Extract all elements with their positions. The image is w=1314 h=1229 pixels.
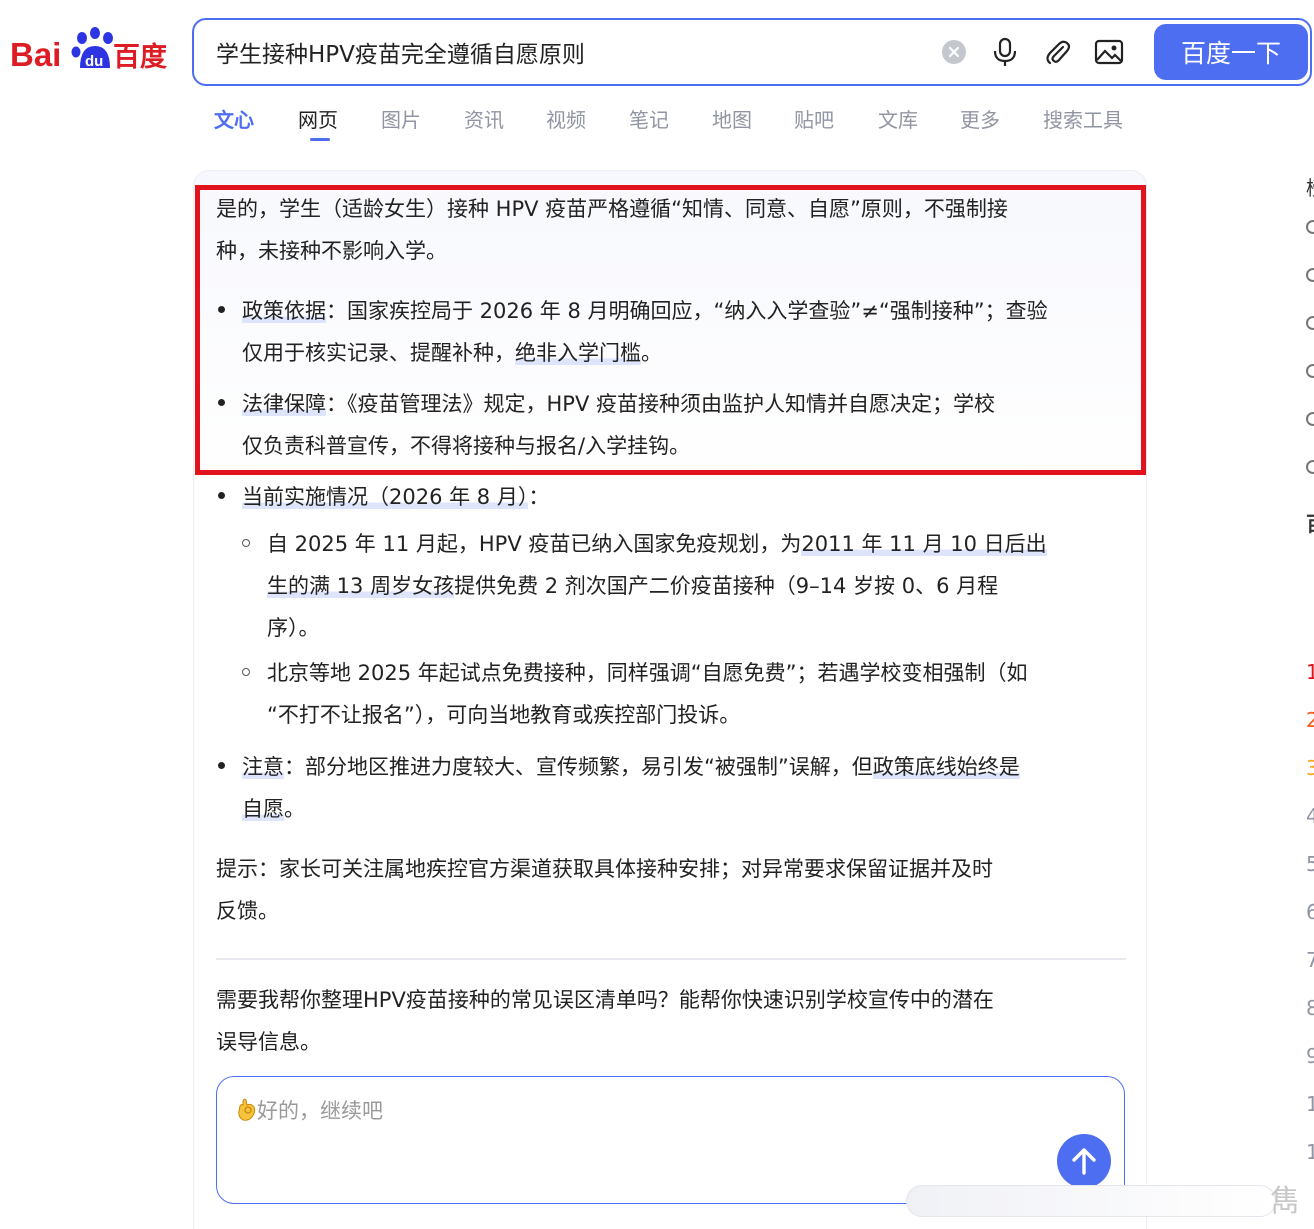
right-column-rank[interactable]: 1 — [1306, 1092, 1314, 1116]
bullet-note-end: 。 — [284, 797, 305, 821]
logo-text-right: 百度 — [113, 41, 167, 73]
search-box[interactable]: 百度一下 — [192, 18, 1312, 86]
bullet-status-colon: ： — [528, 485, 550, 509]
bullet-law-line2: 仅负责科普宣传，不得将接种与报名/入学挂钩。 — [242, 434, 691, 458]
search-input[interactable] — [216, 34, 916, 70]
logo-text-left: Bai — [10, 36, 61, 73]
bullet-note-text: ：部分地区推进力度较大、宣传频繁，易引发“被强制”误解，但 — [284, 755, 873, 779]
image-search-icon[interactable] — [1093, 36, 1125, 68]
bullet-note-line2: 自愿。 — [242, 788, 305, 830]
right-column-rank[interactable]: 8 — [1306, 996, 1314, 1020]
tab-search-tools[interactable]: 搜索工具 — [1043, 104, 1123, 133]
right-column-edge-text: 百 — [1306, 508, 1314, 537]
bullet-status-line: 当前实施情况（2026 年 8 月）： — [242, 476, 549, 518]
search-button[interactable]: 百度一下 — [1154, 24, 1308, 80]
right-column-rank[interactable]: 5 — [1306, 852, 1314, 876]
bullet-policy-label: 政策依据 — [242, 299, 326, 323]
sub-bullet-circle — [242, 539, 250, 547]
bullet-note-label: 注意 — [242, 755, 284, 779]
followup-question-line1: 需要我帮你整理HPV疫苗接种的常见误区清单吗？能帮你快速识别学校宣传中的潜在 — [216, 988, 994, 1012]
bullet-note-highlight: 政策底线始终是 — [872, 755, 1020, 779]
bullet-policy-text2a: 仅用于核实记录、提醒补种， — [242, 341, 515, 365]
sub-free-vaccine-line2: 生的满 13 周岁女孩提供免费 2 剂次国产二价疫苗接种（9–14 岁按 0、6… — [267, 565, 998, 607]
attachment-icon[interactable] — [1041, 36, 1073, 68]
tab-wenku[interactable]: 文库 — [878, 104, 918, 133]
bullet-policy-text2c: 。 — [641, 341, 662, 365]
active-tab-indicator — [310, 138, 330, 141]
right-column-radio[interactable] — [1306, 316, 1314, 330]
baidu-logo[interactable]: Bai du 百度 — [10, 24, 170, 74]
watermark: 雋 — [1270, 1184, 1300, 1219]
sub-bullet-circle — [242, 668, 250, 676]
right-column-radio[interactable] — [1306, 220, 1314, 234]
sub-free-vaccine-line1: 自 2025 年 11 月起，HPV 疫苗已纳入国家免疫规划，为2011 年 1… — [267, 523, 1047, 565]
bullet-law-label: 法律保障 — [242, 392, 326, 416]
microphone-icon[interactable] — [989, 36, 1021, 68]
logo-text-mid: du — [85, 53, 103, 70]
tab-news[interactable]: 资讯 — [464, 104, 504, 133]
right-column-rank[interactable]: 1 — [1306, 1140, 1314, 1164]
right-column-edge-text: 榜 — [1306, 172, 1314, 201]
tip-line1: 提示：家长可关注属地疾控官方渠道获取具体接种安排；对异常要求保留证据并及时 — [216, 857, 993, 881]
right-column-radio[interactable] — [1306, 460, 1314, 474]
right-column-rank[interactable]: 4 — [1306, 804, 1314, 828]
bullet-dot — [218, 762, 225, 769]
followup-question-line2: 误导信息。 — [216, 1030, 321, 1054]
sub-beijing-line1: 北京等地 2025 年起试点免费接种，同样强调“自愿免费”；若遇学校变相强制（如 — [267, 661, 1028, 685]
bullet-policy-text: ：国家疾控局于 2026 年 8 月明确回应，“纳入入学查验”≠“强制接种”；查… — [326, 299, 1048, 323]
tab-notes[interactable]: 笔记 — [629, 104, 669, 133]
tab-video[interactable]: 视频 — [546, 104, 586, 133]
right-column-radio[interactable] — [1306, 268, 1314, 282]
clear-icon[interactable] — [938, 36, 970, 68]
answer-intro-line1: 是的，学生（适龄女生）接种 HPV 疫苗严格遵循“知情、同意、自愿”原则，不强制… — [216, 197, 1008, 221]
arrow-up-icon — [1072, 1148, 1096, 1175]
tip-line2: 反馈。 — [216, 899, 279, 923]
divider — [216, 958, 1126, 960]
right-column-rank[interactable]: 2 — [1306, 708, 1314, 732]
bullet-policy-highlight: 绝非入学门槛 — [515, 341, 641, 365]
bullet-dot — [218, 306, 225, 313]
tab-more[interactable]: 更多 — [960, 104, 1000, 133]
tab-map[interactable]: 地图 — [712, 104, 752, 133]
bullet-dot — [218, 399, 225, 406]
bullet-status-label: 当前实施情况（2026 年 8 月） — [242, 485, 529, 509]
sub-free-vaccine-highlight2: 生的满 13 周岁女孩 — [267, 574, 455, 598]
horizontal-scrollbar[interactable] — [906, 1185, 1276, 1217]
right-column-rank[interactable]: 6 — [1306, 900, 1314, 924]
bullet-law-text: ：《疫苗管理法》规定，HPV 疫苗接种须由监护人知情并自愿决定；学校 — [326, 392, 995, 416]
right-column-rank[interactable]: 1 — [1306, 660, 1314, 684]
answer-intro-line2: 种，未接种不影响入学。 — [216, 239, 447, 263]
bullet-policy-line1: 政策依据：国家疾控局于 2026 年 8 月明确回应，“纳入入学查验”≠“强制接… — [242, 290, 1048, 332]
followup-placeholder[interactable]: 好的，继续吧 — [237, 1091, 383, 1131]
bullet-dot — [218, 492, 225, 499]
send-button[interactable] — [1057, 1134, 1111, 1188]
ok-hand-icon — [238, 1098, 256, 1121]
right-column-rank[interactable]: 7 — [1306, 948, 1314, 972]
followup-placeholder-text: 好的，继续吧 — [257, 1099, 383, 1123]
sub-beijing-line2: “不打不让报名”），可向当地教育或疾控部门投诉。 — [267, 703, 741, 727]
sub-free-vaccine-line3: 序）。 — [267, 616, 320, 640]
bullet-note-line1: 注意：部分地区推进力度较大、宣传频繁，易引发“被强制”误解，但政策底线始终是 — [242, 746, 1020, 788]
right-column-rank[interactable]: 3 — [1306, 756, 1314, 780]
tab-webpage[interactable]: 网页 — [298, 104, 338, 133]
tab-tieba[interactable]: 贴吧 — [794, 104, 834, 133]
bullet-note-highlight2: 自愿 — [242, 797, 284, 821]
right-column-rank[interactable]: 9 — [1306, 1044, 1314, 1068]
right-column-radio[interactable] — [1306, 364, 1314, 378]
sub-free-vaccine-text1a: 自 2025 年 11 月起，HPV 疫苗已纳入国家免疫规划，为 — [267, 532, 802, 556]
sub-free-vaccine-text2b: 提供免费 2 剂次国产二价疫苗接种（9–14 岁按 0、6 月程 — [454, 574, 999, 598]
bullet-policy-line2: 仅用于核实记录、提醒补种，绝非入学门槛。 — [242, 332, 662, 374]
right-column-radio[interactable] — [1306, 412, 1314, 426]
tab-images[interactable]: 图片 — [381, 104, 421, 133]
bullet-law-line1: 法律保障：《疫苗管理法》规定，HPV 疫苗接种须由监护人知情并自愿决定；学校 — [242, 383, 995, 425]
sub-free-vaccine-highlight1: 2011 年 11 月 10 日后出 — [801, 532, 1047, 556]
tab-wenxin[interactable]: 文心 — [214, 104, 254, 133]
